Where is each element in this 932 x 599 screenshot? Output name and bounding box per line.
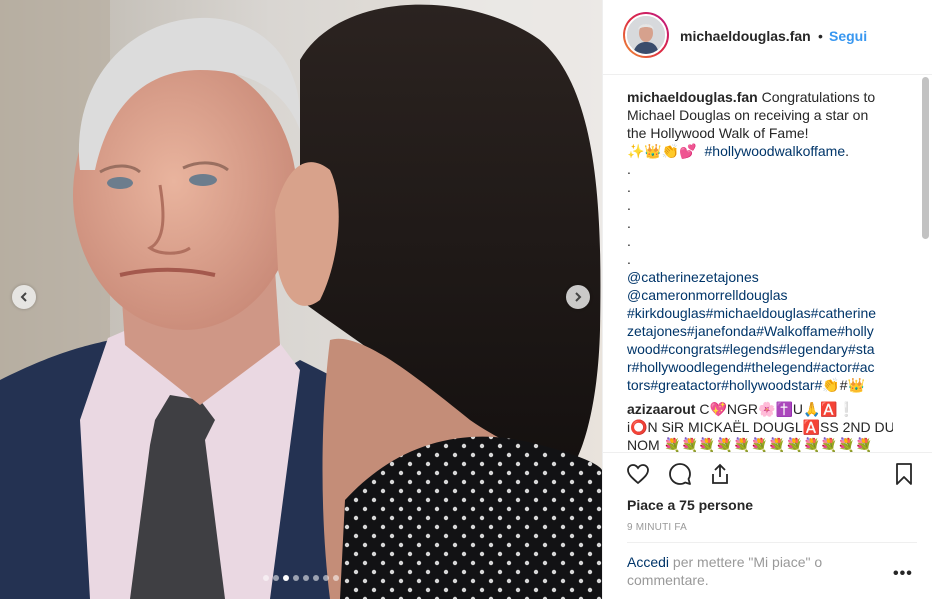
comments-scrollbar[interactable] — [922, 77, 929, 449]
caption-username[interactable]: michaeldouglas.fan — [627, 89, 758, 105]
login-link[interactable]: Accedi — [627, 554, 669, 570]
instagram-post: michaeldouglas.fan • Segui michaeldougla… — [0, 0, 932, 599]
post-header: michaeldouglas.fan • Segui — [603, 0, 932, 75]
comment-icon — [669, 463, 691, 485]
caption-dot: . — [627, 233, 631, 249]
hashtag-line[interactable]: tors#greatactor#hollywoodstar# — [627, 377, 822, 393]
share-icon — [712, 463, 728, 484]
comment-text-line: i⭕N SiR MICKAËL DOUGL🅰️SS 2ND DU — [627, 419, 893, 435]
comments-section[interactable]: michaeldouglas.fan Congratulations to Mi… — [627, 88, 893, 452]
comment-button[interactable] — [667, 461, 693, 487]
scrollbar-thumb[interactable] — [922, 77, 929, 239]
login-prompt: Accedi per mettere "Mi piace" o commenta… — [627, 553, 867, 589]
caption-emojis: ✨👑👏💕 — [627, 143, 697, 159]
slide-dot — [273, 575, 279, 581]
caption-text-line: Congratulations to — [761, 89, 876, 105]
follow-button[interactable]: Segui — [829, 28, 867, 44]
hashtag-line[interactable]: #kirkdouglas#michaeldouglas#catherine — [627, 304, 893, 322]
divider — [627, 542, 917, 543]
caption-dot: . — [627, 197, 631, 213]
header-username[interactable]: michaeldouglas.fan — [680, 28, 811, 44]
avatar-portrait — [627, 16, 665, 54]
caption-dot: . — [627, 179, 631, 195]
bookmark-icon — [896, 463, 912, 485]
caption-text-line: the Hollywood Walk of Fame! — [627, 125, 809, 141]
previous-slide-button[interactable] — [12, 285, 36, 309]
heart-icon — [627, 464, 649, 485]
action-bar — [603, 452, 932, 493]
slide-dot — [323, 575, 329, 581]
slide-dot — [263, 575, 269, 581]
hashtag-line[interactable]: wood#congrats#legends#legendary#sta — [627, 340, 893, 358]
header-separator: • — [818, 28, 823, 44]
caption-hashtag-suffix: . — [845, 143, 850, 159]
slide-dot — [313, 575, 319, 581]
save-button[interactable] — [891, 461, 917, 487]
hashtag-line[interactable]: zetajones#janefonda#Walkoffame#holly — [627, 322, 893, 340]
mention-link[interactable]: @catherinezetajones — [627, 268, 893, 286]
post-sidebar: michaeldouglas.fan • Segui michaeldougla… — [602, 0, 932, 599]
caption-end-emojis: 👏#👑 — [822, 377, 865, 393]
hashtag-link[interactable]: #hollywoodwalkoffame — [705, 142, 846, 160]
slide-indicator — [263, 575, 339, 581]
caption: michaeldouglas.fan Congratulations to Mi… — [627, 88, 893, 394]
slide-dot-active — [283, 575, 289, 581]
next-slide-button[interactable] — [566, 285, 590, 309]
comment-username[interactable]: azizaarout — [627, 401, 695, 417]
caption-dot: . — [627, 251, 631, 267]
post-photo[interactable] — [0, 0, 602, 599]
avatar-image — [625, 14, 667, 56]
comment-item: azizaarout C💖NGR🌸✝️U🙏🅰️❕ i⭕N SiR MICKAËL… — [627, 400, 893, 452]
share-button[interactable] — [707, 461, 733, 487]
caption-dot: . — [627, 215, 631, 231]
slide-dot — [333, 575, 339, 581]
comment-text-line: NOM 💐💐💐💐💐💐💐💐💐💐💐💐 — [627, 437, 873, 452]
photo-michael-douglas-kiss — [0, 0, 602, 599]
caption-dot: . — [627, 161, 631, 177]
avatar[interactable] — [623, 12, 669, 58]
mention-link[interactable]: @cameronmorrelldouglas — [627, 286, 893, 304]
chevron-left-icon — [20, 292, 27, 302]
comment-text-line: C💖NGR🌸✝️U🙏🅰️❕ — [699, 401, 856, 417]
likes-count[interactable]: Piace a 75 persone — [627, 497, 753, 513]
slide-dot — [293, 575, 299, 581]
post-timestamp[interactable]: 9 MINUTI FA — [627, 522, 687, 533]
like-button[interactable] — [625, 461, 651, 487]
more-options-button[interactable]: ••• — [893, 565, 913, 583]
hashtag-line[interactable]: r#hollywoodlegend#thelegend#actor#ac — [627, 358, 893, 376]
chevron-right-icon — [575, 292, 582, 302]
caption-text-line: Michael Douglas on receiving a star on — [627, 107, 869, 123]
slide-dot — [303, 575, 309, 581]
